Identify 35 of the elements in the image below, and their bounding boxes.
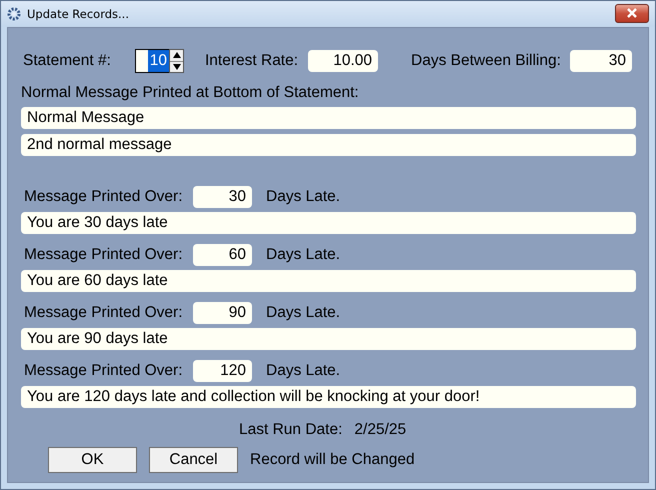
- message-field[interactable]: Normal Message: [21, 107, 636, 129]
- close-button[interactable]: [615, 4, 649, 22]
- input-field[interactable]: 90: [193, 302, 252, 324]
- dialog-button[interactable]: OK: [48, 447, 137, 473]
- field-label: Days Late.: [266, 188, 340, 206]
- input-field[interactable]: 60: [193, 244, 252, 266]
- close-icon[interactable]: [626, 8, 638, 18]
- spin-up-icon[interactable]: [170, 50, 183, 62]
- field-label: Message Printed Over:: [24, 246, 184, 264]
- message-field[interactable]: You are 60 days late: [21, 270, 636, 292]
- field-label: Message Printed Over:: [24, 304, 184, 322]
- message-field[interactable]: 2nd normal message: [21, 134, 636, 156]
- field-label: Message Printed Over:: [24, 362, 184, 380]
- message-field[interactable]: You are 90 days late: [21, 328, 636, 350]
- message-field[interactable]: You are 30 days late: [21, 212, 636, 234]
- field-label: Days Late.: [266, 246, 340, 264]
- dialog-button[interactable]: Cancel: [149, 447, 238, 473]
- spin-down-icon[interactable]: [170, 62, 183, 72]
- field-label: Days Late.: [266, 362, 340, 380]
- section-label: Normal Message Printed at Bottom of Statement:: [21, 84, 360, 102]
- date-text: 2/25/25: [354, 421, 406, 439]
- input-field[interactable]: 120: [193, 360, 252, 382]
- field-label: Interest Rate:: [205, 52, 300, 70]
- input-field[interactable]: 30: [570, 50, 632, 72]
- message-field[interactable]: You are 120 days late and collection will be knocking at your door!: [21, 386, 636, 408]
- window-title: Update Records...: [27, 7, 130, 21]
- field-label: Last Run Date:: [239, 421, 342, 439]
- input-field[interactable]: 30: [193, 186, 252, 208]
- field-label: Days Late.: [266, 304, 340, 322]
- field-label: Days Between Billing:: [411, 52, 562, 70]
- field-label: Message Printed Over:: [24, 188, 184, 206]
- gear-icon: [7, 6, 21, 22]
- input-field[interactable]: 10.00: [308, 50, 378, 72]
- status-text: Record will be Changed: [250, 451, 415, 469]
- field-label: Statement #:: [23, 52, 112, 70]
